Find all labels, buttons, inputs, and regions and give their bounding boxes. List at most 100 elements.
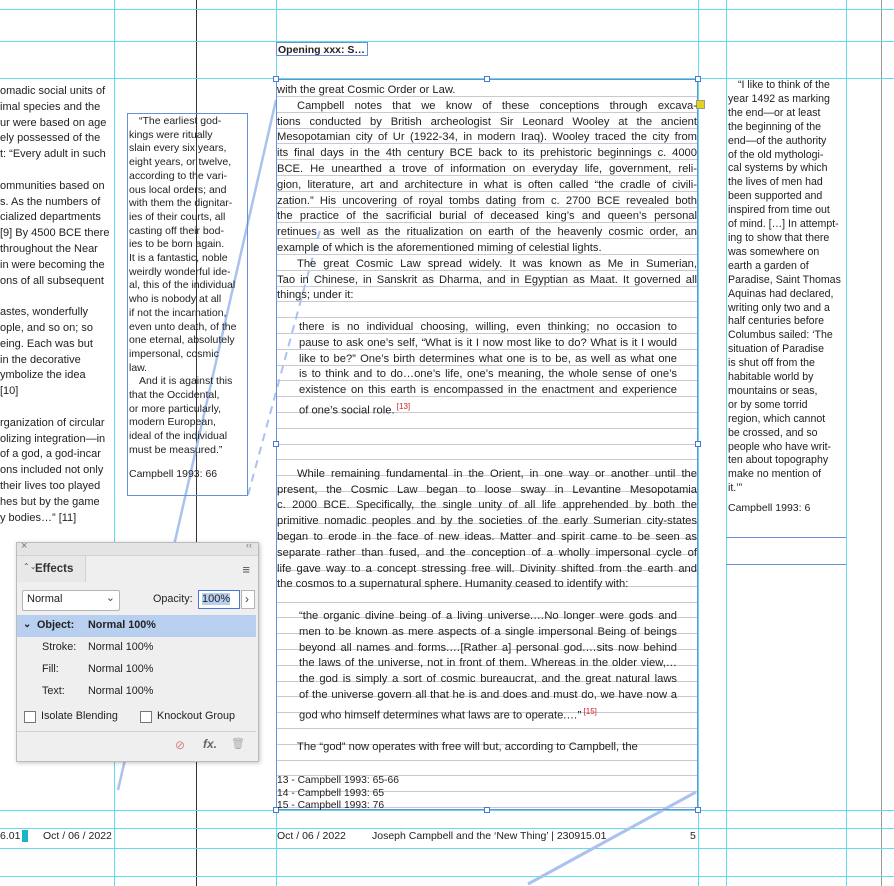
effect-row-value: Normal 100%	[88, 663, 154, 675]
divider	[17, 731, 256, 732]
frame-handle[interactable]	[695, 76, 701, 82]
footnote: 13 - Campbell 1993: 65-66	[277, 775, 399, 786]
text-line: Tao in Chinese, in Sanskrit as Dharma, a…	[277, 273, 697, 286]
text-line: the practice of the sacrificial burial o…	[277, 210, 697, 223]
text-line: law.	[129, 361, 148, 374]
text-line: ommunities based on	[0, 179, 105, 192]
effect-row-text[interactable]: Text: Normal 100%	[17, 681, 256, 703]
left-date: Oct / 06 / 2022	[43, 830, 112, 842]
effect-row-label: Stroke:	[42, 641, 77, 653]
isolate-blending-label: Isolate Blending	[41, 710, 118, 722]
text-line: in the decorative	[0, 353, 81, 366]
text-line: BCE. He unearthed a trove of information…	[277, 162, 697, 175]
text-line: region, which cannot	[728, 412, 826, 425]
chevron-down-icon[interactable]: ⌄	[23, 619, 31, 630]
text-line: ideal of the individual	[129, 430, 228, 443]
text-line: While remaining fundamental in the Orien…	[297, 467, 697, 480]
text-line: is shut off from the	[728, 357, 815, 370]
footnote-ref: [15]	[581, 706, 597, 716]
panel-title-bar[interactable]: × ‹‹	[17, 540, 258, 556]
text-line: Mesopotamian city of Ur (1922-34, in mod…	[277, 131, 697, 144]
text-line: impersonal, cosmic	[129, 347, 219, 360]
close-icon[interactable]: ×	[21, 540, 27, 552]
text-line: slain every six years,	[129, 142, 227, 155]
text-line: of one’s social role. [13]	[299, 401, 411, 417]
left-page-text[interactable]: omadic social units of imal species and t…	[0, 84, 116, 526]
text-line: of mind. […] In attempt-	[728, 218, 839, 231]
effect-row-label: Fill:	[42, 663, 59, 675]
left-date-fragment: 6.01	[0, 830, 21, 842]
text-line: the lives of men had	[728, 176, 823, 189]
text-line: the god is simply a sort of cosmic burea…	[299, 673, 677, 686]
text-line: astes, wonderfully	[0, 306, 89, 319]
effect-row-fill[interactable]: Fill: Normal 100%	[17, 659, 256, 681]
knockout-group-checkbox[interactable]	[140, 711, 152, 723]
opacity-input[interactable]: 100%	[198, 590, 240, 609]
text-line: rganization of circular	[0, 416, 105, 429]
tab-effects-label: Effects	[35, 563, 74, 575]
opacity-slider-button[interactable]: ›	[241, 590, 255, 609]
isolate-blending-checkbox[interactable]	[24, 711, 36, 723]
text-line: their lives too played	[0, 479, 101, 492]
text-line: the laws of the universe, not in front o…	[299, 657, 677, 670]
fx-icon[interactable]: fx.	[203, 737, 217, 751]
text-line: weirdly wonderful ide-	[129, 265, 231, 278]
tab-effects[interactable]: ⌃⌄ Effects	[17, 556, 86, 582]
sidebar-quote-frame[interactable]: “The earliest god-kings were ritually sla…	[127, 113, 248, 496]
text-line: the beginning of the	[728, 120, 822, 133]
text-line: ous local orders; and	[129, 183, 227, 196]
text-line: eing. Each was but	[0, 337, 93, 350]
running-head-frame[interactable]: Opening xxx: S…	[276, 42, 368, 56]
block-quote: “the organic divine being of a living un…	[277, 609, 697, 724]
text-line: or by some torrid	[728, 398, 808, 411]
footnote: 15 - Campbell 1993: 76	[277, 800, 385, 812]
text-line: Columbus sailed: ‘The	[728, 329, 833, 342]
text-line: god who himself determines what laws are…	[299, 706, 597, 722]
text-line: Aquinas had declared,	[728, 287, 834, 300]
effect-row-stroke[interactable]: Stroke: Normal 100%	[17, 637, 256, 659]
clear-effects-icon[interactable]: ⊘	[175, 738, 185, 752]
frame-handle[interactable]	[484, 76, 490, 82]
collapse-icon[interactable]: ‹‹	[246, 540, 252, 550]
chevron-down-icon: ⌄	[105, 592, 115, 604]
text-line: the cosmos to a supernatural sphere. Hum…	[277, 578, 629, 591]
right-sidebar-frame[interactable]: “I like to think of the year 1492 as mark…	[726, 79, 846, 539]
trash-icon[interactable]: 🗑	[231, 737, 245, 750]
overset-port[interactable]	[696, 100, 705, 109]
main-body-text: with the great Cosmic Order or Law. Campb…	[277, 83, 697, 756]
text-cursor-marker	[22, 830, 28, 842]
doc-title-slug: Joseph Campbell and the ‘New Thing’ | 23…	[372, 830, 607, 842]
text-line: It is a fantastic, noble	[129, 252, 228, 265]
text-line: ing to show that there	[728, 231, 830, 244]
footnote: 14 - Campbell 1993: 65	[277, 787, 385, 799]
text-line: olizing integration—in	[0, 432, 106, 445]
running-head: Opening xxx: S…	[278, 44, 365, 56]
text-line: of the universe govern all that he is an…	[299, 689, 677, 702]
text-line: gion, literature, art and architecture i…	[277, 178, 697, 191]
effect-row-object[interactable]: ⌄ Object: Normal 100%	[17, 615, 256, 637]
frame-handle[interactable]	[273, 76, 279, 82]
right-date: Oct / 06 / 2022	[277, 830, 346, 842]
blend-mode-dropdown[interactable]: Normal ⌄	[22, 590, 120, 611]
block-quote: there is no individual choosing, willing…	[277, 320, 697, 420]
text-line: “the organic divine being of a living un…	[299, 610, 677, 623]
text-line: mountains or seas,	[728, 384, 818, 397]
text-line: that the Occidental,	[129, 389, 220, 402]
text-line: one eternal, absolutely	[129, 334, 235, 347]
text-line: situation of Paradise	[728, 343, 824, 356]
text-line: modern European,	[129, 416, 216, 429]
text-line: men to be known as mere aspects of a sin…	[299, 625, 677, 638]
effect-row-value: Normal 100%	[88, 685, 154, 697]
text-line: imal species and the	[0, 100, 101, 113]
effects-panel[interactable]: × ‹‹ ⌃⌄ Effects ≡ Normal ⌄ Opacity: 100%…	[16, 540, 259, 762]
text-line: The “god” now operates with free will bu…	[297, 741, 638, 754]
text-line: the end—or at least	[728, 106, 821, 119]
text-line: ies to be born again.	[129, 238, 225, 251]
text-line: writing only two and a	[728, 301, 830, 314]
text-line: y bodies…” [11]	[0, 511, 77, 524]
text-line: ons of all subsequent	[0, 274, 104, 287]
divider	[726, 537, 846, 538]
text-line: And it is against this	[139, 375, 233, 388]
panel-menu-icon[interactable]: ≡	[242, 562, 250, 577]
text-line: ies of their courts, all	[129, 210, 226, 223]
